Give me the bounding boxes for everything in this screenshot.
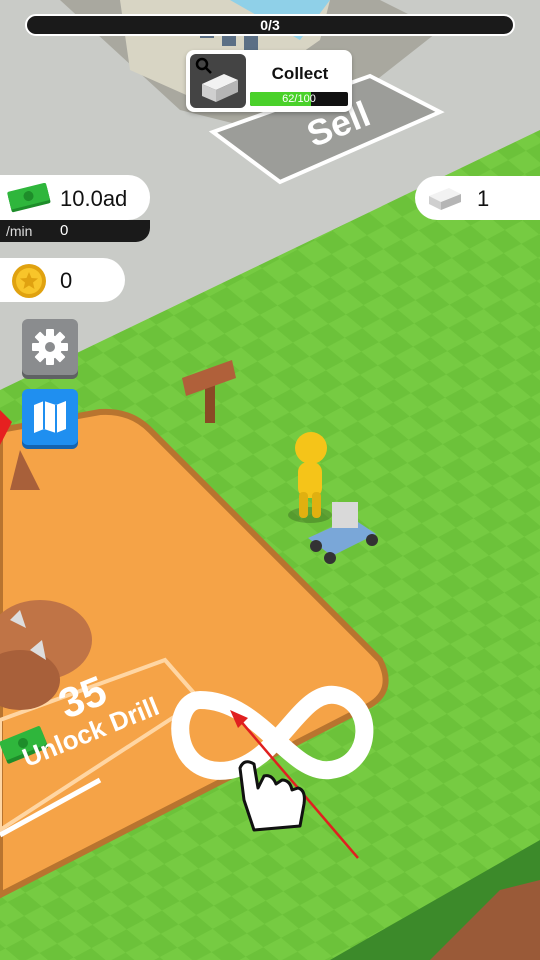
objective-progress-bar: 0/3	[25, 14, 515, 36]
magnifier-icon	[195, 57, 212, 74]
coin-icon	[12, 264, 46, 298]
collect-card[interactable]: Collect 62/100	[186, 50, 352, 112]
brick-counter: 1	[415, 176, 540, 220]
gear-icon	[32, 329, 68, 365]
cash-icon	[7, 183, 51, 213]
collect-progress-bar: 62/100	[250, 92, 348, 106]
per-min-value: 0	[60, 222, 69, 239]
money-value: 10.0ad	[60, 186, 128, 211]
per-min-label: /min	[6, 223, 33, 239]
coin-counter: 0	[0, 258, 125, 302]
brick-icon	[202, 74, 238, 102]
collect-thumbnail	[190, 54, 246, 108]
game-scene[interactable]: Sell	[0, 0, 540, 960]
brick-value: 1	[477, 186, 490, 211]
coin-value: 0	[60, 268, 73, 293]
objective-progress-label: 0/3	[260, 17, 280, 33]
brick-icon	[429, 188, 461, 210]
collect-title: Collect	[271, 64, 329, 83]
settings-button[interactable]	[22, 319, 78, 375]
collect-progress-label: 62/100	[282, 93, 316, 105]
map-icon	[34, 401, 66, 433]
map-button[interactable]	[22, 389, 78, 445]
income-per-minute: /min 0	[0, 220, 150, 242]
money-counter: 10.0ad	[0, 175, 150, 220]
